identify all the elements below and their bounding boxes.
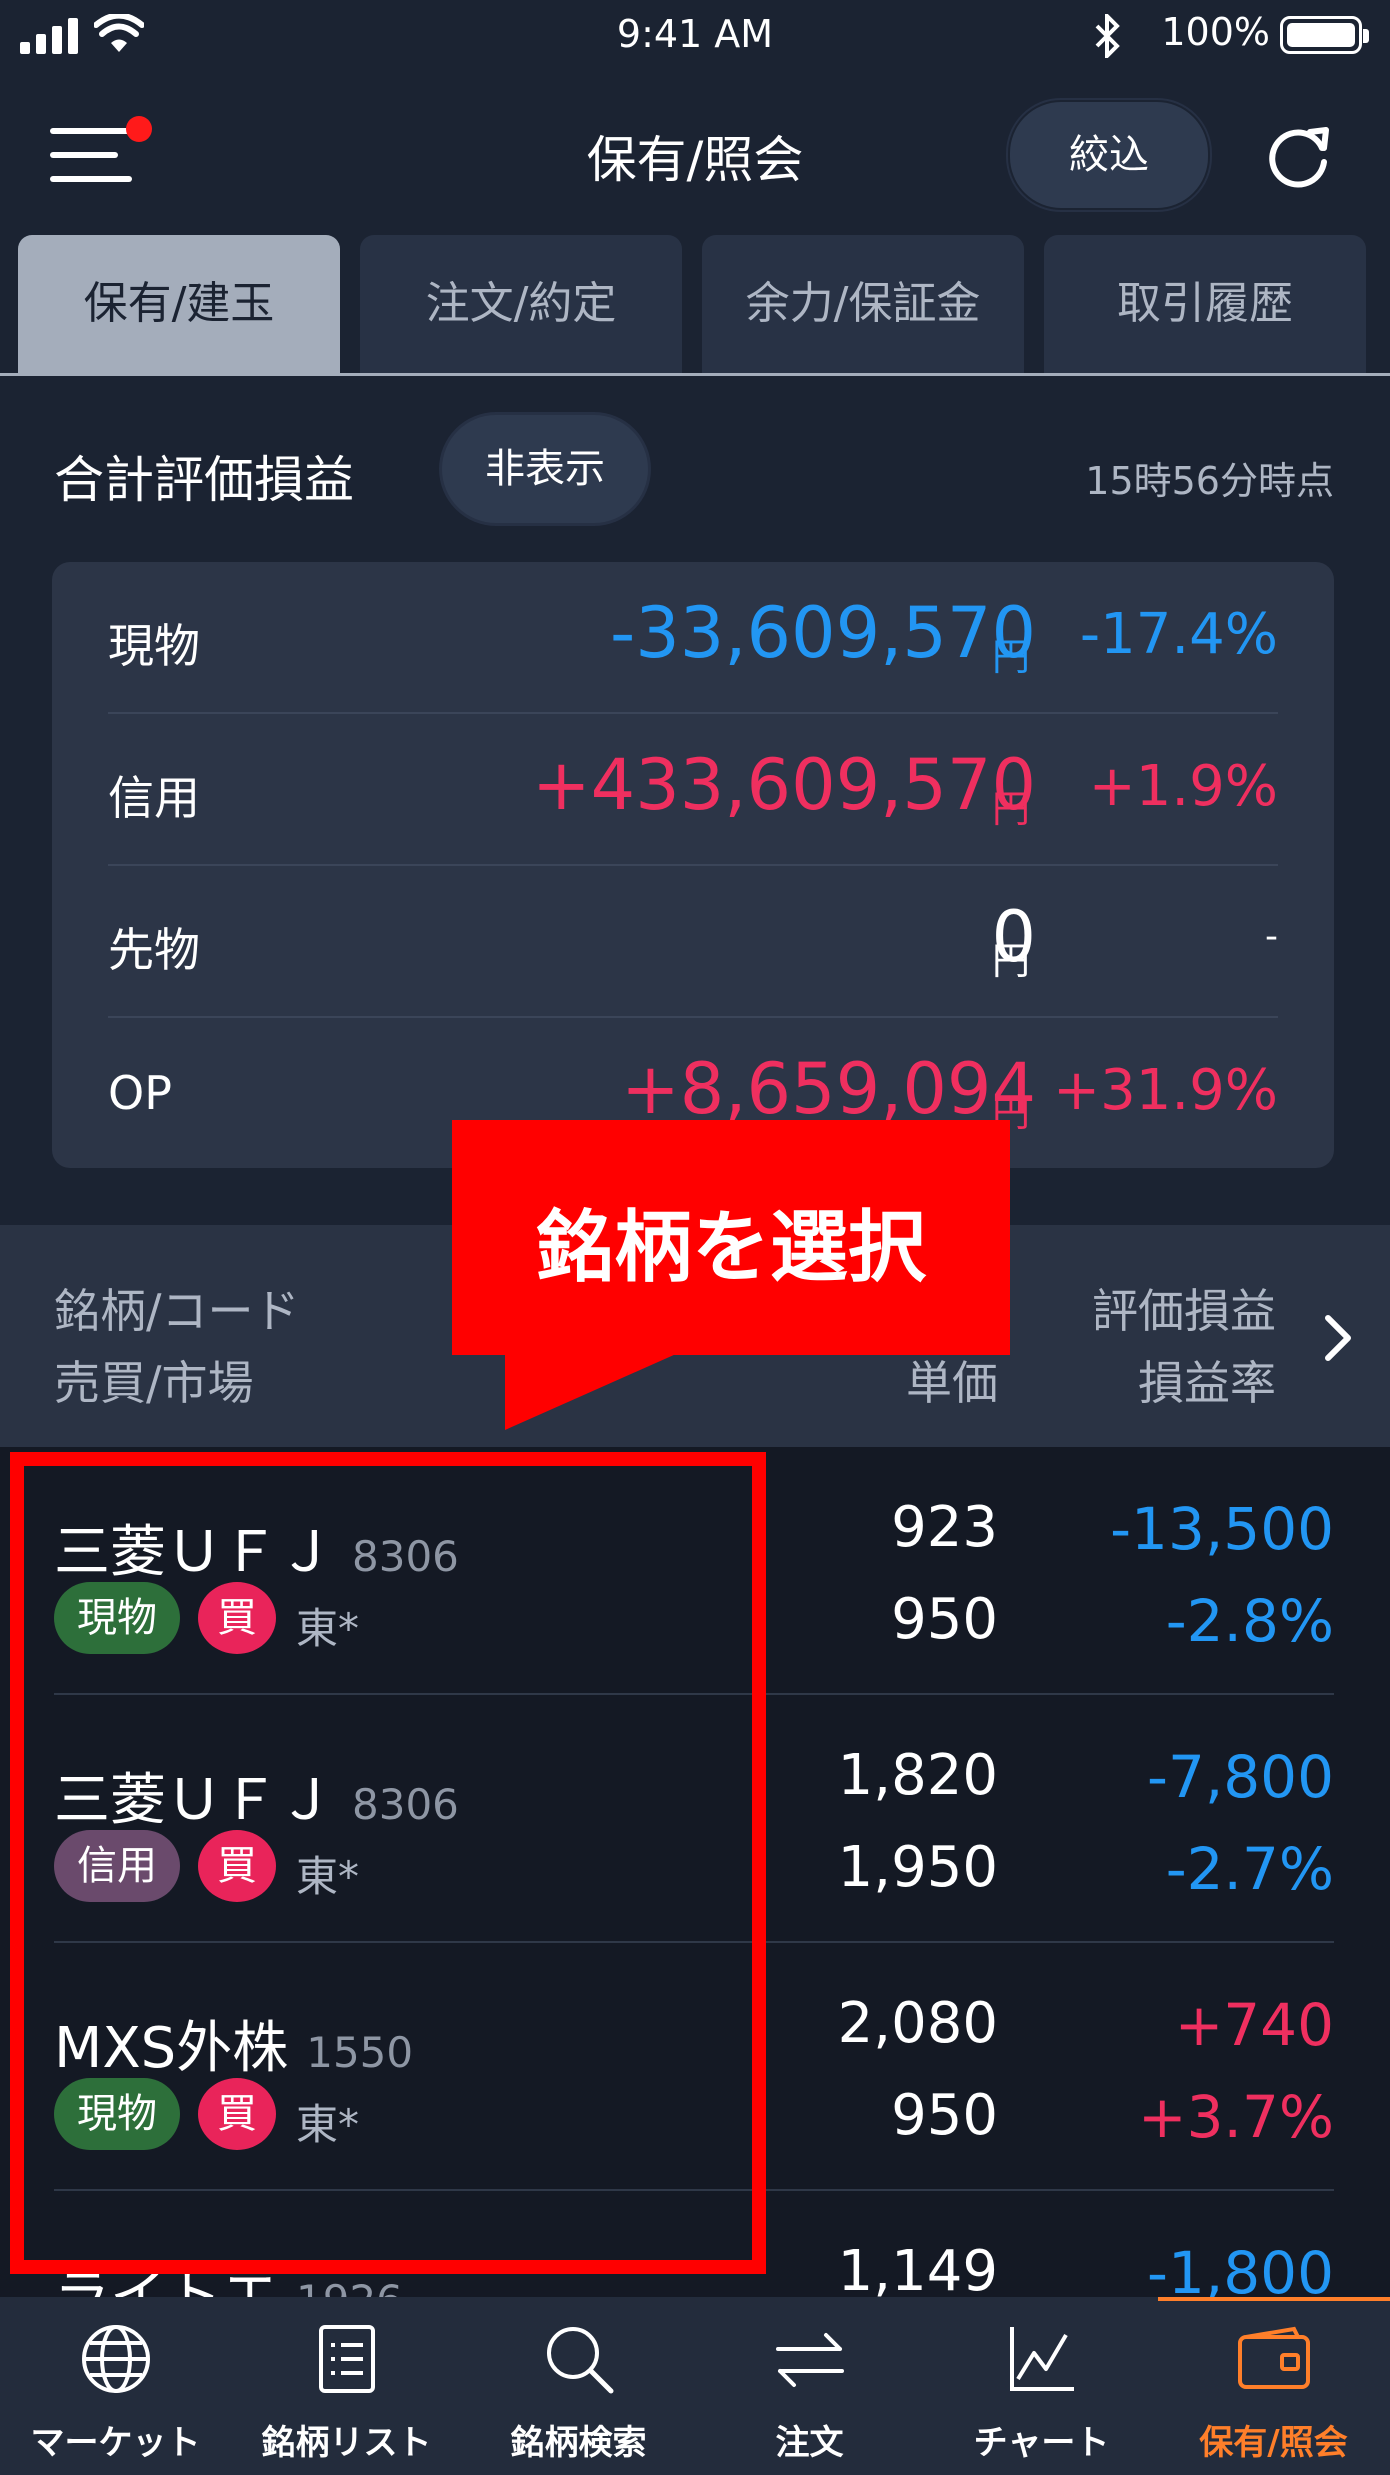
swap-arrows-icon <box>776 2333 844 2387</box>
bottom-nav: マーケット 銘柄リスト 銘柄検索 注文 チャート 保有/照会 <box>0 2297 1390 2475</box>
summary-label: 先物 <box>108 923 200 977</box>
nav-chart[interactable]: チャート <box>926 2297 1157 2475</box>
current-price: 923 <box>891 1495 998 1560</box>
current-price: 1,149 <box>837 2239 998 2297</box>
unit-price: 950 <box>891 2083 998 2148</box>
nav-order[interactable]: 注文 <box>694 2297 925 2475</box>
summary-value: -33,609,570 <box>609 592 1036 674</box>
col-price: 単価 <box>906 1356 998 1410</box>
summary-title: 合計評価損益 <box>54 451 354 509</box>
col-pl: 評価損益 <box>1092 1284 1276 1338</box>
stock-code: 1926 <box>296 2276 403 2297</box>
nav-label: 銘柄リスト <box>261 2423 432 2463</box>
chevron-right-icon[interactable] <box>1318 1308 1358 1368</box>
filter-button[interactable]: 絞込 <box>1008 100 1210 210</box>
tab-margin[interactable]: 余力/保証金 <box>702 235 1024 373</box>
nav-stock-list[interactable]: 銘柄リスト <box>231 2297 462 2475</box>
unit-price: 1,950 <box>837 1835 998 1900</box>
current-price: 2,080 <box>837 1991 998 2056</box>
nav-search[interactable]: 銘柄検索 <box>463 2297 694 2475</box>
profit-loss-rate: -2.8% <box>1165 1587 1334 1655</box>
summary-unit: 円 <box>992 787 1031 831</box>
hide-button[interactable]: 非表示 <box>442 415 648 523</box>
nav-label: 保有/照会 <box>1199 2423 1348 2463</box>
refresh-icon[interactable] <box>1260 118 1336 194</box>
summary-label: OP <box>108 1066 172 1120</box>
nav-label: 銘柄検索 <box>510 2423 647 2463</box>
col-pl-rate: 損益率 <box>1138 1356 1276 1410</box>
battery-icon <box>1280 16 1369 54</box>
nav-label: チャート <box>973 2423 1110 2463</box>
annotation-text: 銘柄を選択 <box>535 1203 926 1293</box>
current-price: 1,820 <box>837 1743 998 1808</box>
summary-label: 現物 <box>108 619 200 673</box>
col-side-market: 売買/市場 <box>54 1356 254 1410</box>
nav-label: 注文 <box>775 2423 844 2463</box>
profit-loss: -7,800 <box>1147 1743 1334 1811</box>
wallet-icon <box>1238 2326 1310 2389</box>
summary-pct: -17.4% <box>1079 602 1278 667</box>
search-icon <box>547 2327 614 2394</box>
nav-active-indicator <box>1158 2297 1390 2301</box>
summary-row-genbutsu: 現物 -33,609,570 円 -17.4% <box>52 562 1334 714</box>
profit-loss-rate: +3.7% <box>1138 2083 1334 2151</box>
annotation-callout-tail <box>505 1350 685 1430</box>
profit-loss: +740 <box>1174 1991 1334 2059</box>
summary-value: +433,609,570 <box>532 744 1036 826</box>
summary-card: 現物 -33,609,570 円 -17.4% 信用 +433,609,570 … <box>52 562 1334 1168</box>
summary-pct: - <box>1265 916 1278 957</box>
summary-pct: +31.9% <box>1053 1058 1278 1123</box>
as-of-time: 15時56分時点 <box>1085 459 1334 503</box>
chart-icon <box>1010 2327 1074 2391</box>
profit-loss-rate: -2.7% <box>1165 1835 1334 1903</box>
unit-price: 950 <box>891 1587 998 1652</box>
tab-underline <box>0 373 1390 376</box>
summary-row-shinyo: 信用 +433,609,570 円 +1.9% <box>52 714 1334 866</box>
nav-label: マーケット <box>30 2423 201 2463</box>
summary-label: 信用 <box>108 771 200 825</box>
nav-market[interactable]: マーケット <box>0 2297 231 2475</box>
tab-bar: 保有/建玉 注文/約定 余力/保証金 取引履歴 <box>0 235 1390 375</box>
annotation-highlight-frame <box>10 1452 766 2274</box>
summary-row-futures: 先物 0 円 - <box>52 866 1334 1018</box>
col-name-code: 銘柄/コード <box>54 1284 300 1338</box>
summary-unit: 円 <box>992 939 1031 983</box>
tab-orders[interactable]: 注文/約定 <box>360 235 682 373</box>
profit-loss: -1,800 <box>1147 2239 1334 2297</box>
status-bar: 9:41 AM 100% <box>0 0 1390 70</box>
tab-holdings[interactable]: 保有/建玉 <box>18 235 340 373</box>
summary-pct: +1.9% <box>1088 754 1278 819</box>
summary-value: +8,659,094 <box>621 1048 1036 1130</box>
nav-holdings[interactable]: 保有/照会 <box>1158 2297 1389 2475</box>
list-icon <box>319 2325 375 2393</box>
tab-history[interactable]: 取引履歴 <box>1044 235 1366 373</box>
profit-loss: -13,500 <box>1110 1495 1334 1563</box>
summary-unit: 円 <box>992 635 1031 679</box>
globe-icon <box>82 2325 150 2393</box>
bluetooth-icon <box>1095 14 1120 58</box>
battery-percent: 100% <box>1161 10 1270 54</box>
